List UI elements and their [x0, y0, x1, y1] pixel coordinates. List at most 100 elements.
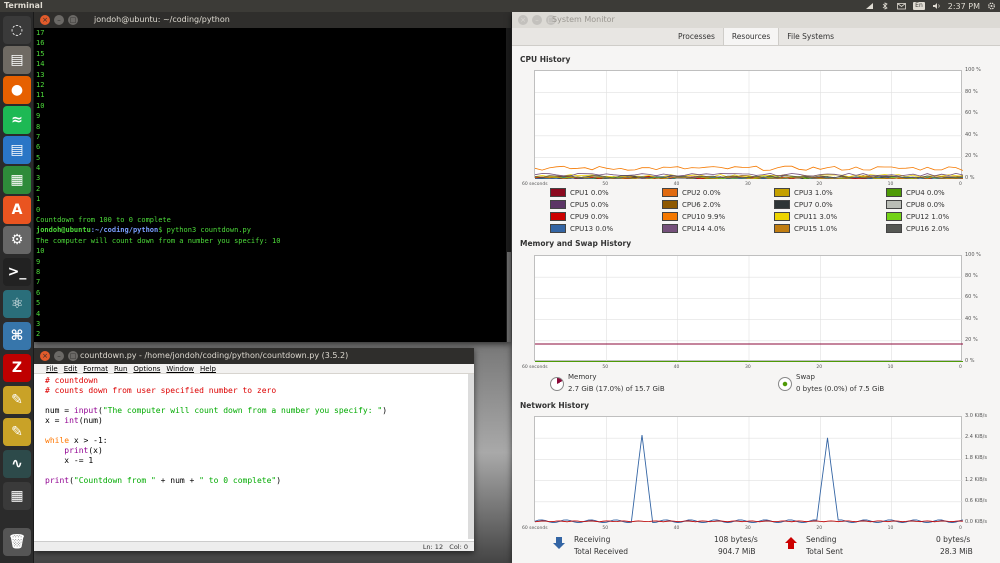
cpu-legend-cpu6[interactable]: CPU6 2.0%: [662, 200, 721, 209]
idle-editor-window[interactable]: × – □ countdown.py - /home/jondoh/coding…: [34, 348, 474, 551]
system-monitor-icon[interactable]: ∿: [3, 450, 31, 478]
cpu-legend-label: CPU14 4.0%: [682, 224, 726, 233]
firefox-icon[interactable]: ●: [3, 76, 31, 104]
color-swatch[interactable]: [662, 224, 678, 233]
idle-icon[interactable]: ✎: [3, 418, 31, 446]
minimize-icon[interactable]: –: [54, 351, 64, 361]
maximize-icon[interactable]: □: [68, 351, 78, 361]
top-panel: Terminal En 2:37 PM: [0, 0, 1000, 12]
color-swatch[interactable]: [774, 212, 790, 221]
minimize-icon[interactable]: –: [532, 15, 542, 25]
bluetooth-icon[interactable]: [881, 2, 890, 10]
tab-file-systems[interactable]: File Systems: [779, 28, 842, 45]
cpu-legend-cpu9[interactable]: CPU9 0.0%: [550, 212, 609, 221]
terminal-scroll-thumb[interactable]: [507, 252, 511, 342]
spotify-icon[interactable]: ≈: [3, 106, 31, 134]
color-swatch[interactable]: [550, 224, 566, 233]
x-tick-label: 20: [816, 365, 823, 370]
filezilla-icon[interactable]: Z: [3, 354, 31, 382]
minimize-icon[interactable]: –: [54, 15, 64, 25]
color-swatch[interactable]: [886, 224, 902, 233]
menu-window[interactable]: Window: [166, 364, 194, 373]
tab-resources[interactable]: Resources: [722, 28, 780, 45]
cpu-legend-cpu7[interactable]: CPU7 0.0%: [774, 200, 833, 209]
color-swatch[interactable]: [662, 212, 678, 221]
idle-titlebar[interactable]: × – □ countdown.py - /home/jondoh/coding…: [34, 348, 474, 364]
files-icon[interactable]: ▤: [3, 46, 31, 74]
cpu-legend-cpu4[interactable]: CPU4 0.0%: [886, 188, 945, 197]
workspaces-icon[interactable]: ▦: [3, 482, 31, 510]
maximize-icon[interactable]: □: [68, 15, 78, 25]
cpu-legend-cpu14[interactable]: CPU14 4.0%: [662, 224, 725, 233]
code-editor[interactable]: # countdown # counts down from user spec…: [42, 376, 468, 546]
cpu-legend-cpu5[interactable]: CPU5 0.0%: [550, 200, 609, 209]
menu-format[interactable]: Format: [83, 364, 108, 373]
cpu-legend-cpu2[interactable]: CPU2 0.0%: [662, 188, 721, 197]
power-gear-icon[interactable]: [987, 2, 996, 10]
close-icon[interactable]: ×: [40, 351, 50, 361]
terminal-window[interactable]: × – □ jondoh@ubuntu: ~/coding/python 17 1…: [34, 12, 511, 342]
y-tick-label: 60 %: [965, 294, 978, 301]
close-icon[interactable]: ×: [518, 15, 528, 25]
terminal-titlebar[interactable]: × – □ jondoh@ubuntu: ~/coding/python: [34, 12, 511, 28]
color-swatch[interactable]: [662, 188, 678, 197]
mail-icon[interactable]: [897, 2, 907, 10]
menu-run[interactable]: Run: [114, 364, 127, 373]
cpu-legend-cpu3[interactable]: CPU3 1.0%: [774, 188, 833, 197]
menu-help[interactable]: Help: [200, 364, 216, 373]
volume-icon[interactable]: [932, 2, 941, 10]
terminal-prompt-line: jondoh@ubuntu:~/coding/python$ python3 c…: [36, 226, 251, 235]
clock[interactable]: 2:37 PM: [948, 2, 980, 11]
cpu-legend-cpu15[interactable]: CPU15 1.0%: [774, 224, 837, 233]
atom-icon[interactable]: ⚛: [3, 290, 31, 318]
cpu-legend-cpu11[interactable]: CPU11 3.0%: [774, 212, 837, 221]
calc-icon[interactable]: ▦: [3, 166, 31, 194]
memory-pie-icon[interactable]: [550, 377, 564, 391]
sysmon-titlebar[interactable]: × – □ System Monitor: [512, 12, 1000, 28]
python-icon[interactable]: ⌘: [3, 322, 31, 350]
cpu-legend-cpu8[interactable]: CPU8 0.0%: [886, 200, 945, 209]
cpu-legend-cpu10[interactable]: CPU10 9.9%: [662, 212, 725, 221]
settings-icon[interactable]: ⚙: [3, 226, 31, 254]
x-tick-label: 60 seconds: [522, 526, 548, 531]
color-swatch[interactable]: [886, 200, 902, 209]
y-tick-label: 3.0 KiB/s: [965, 413, 987, 419]
idle-icon[interactable]: ✎: [3, 386, 31, 414]
y-tick-label: 0.0 KiB/s: [965, 519, 987, 525]
color-swatch[interactable]: [886, 188, 902, 197]
total-received-value: 904.7 MiB: [718, 547, 756, 556]
terminal-icon[interactable]: >_: [3, 258, 31, 286]
trash-icon[interactable]: 🗑: [3, 528, 31, 556]
swap-pie-icon[interactable]: [778, 377, 792, 391]
menu-options[interactable]: Options: [133, 364, 160, 373]
y-tick-label: 20 %: [965, 153, 978, 160]
keyboard-layout-indicator[interactable]: En: [913, 2, 925, 10]
terminal-line: 3: [36, 174, 41, 183]
close-icon[interactable]: ×: [40, 15, 50, 25]
color-swatch[interactable]: [550, 212, 566, 221]
color-swatch[interactable]: [886, 212, 902, 221]
editor-scrollbar[interactable]: [468, 374, 474, 539]
terminal-scrollbar[interactable]: [506, 28, 511, 342]
cpu-legend-cpu12[interactable]: CPU12 1.0%: [886, 212, 949, 221]
cpu-legend-cpu1[interactable]: CPU1 0.0%: [550, 188, 609, 197]
terminal-output[interactable]: 17 16 15 14 13 12 11 10 9 8 7 6 5 4 3 2 1 0 Countdown from…: [34, 28, 511, 342]
cpu-legend-cpu13[interactable]: CPU13 0.0%: [550, 224, 613, 233]
cpu-legend-cpu16[interactable]: CPU16 2.0%: [886, 224, 949, 233]
tab-processes[interactable]: Processes: [670, 28, 723, 45]
software-center-icon[interactable]: A: [3, 196, 31, 224]
color-swatch[interactable]: [774, 188, 790, 197]
total-sent-value: 28.3 MiB: [940, 547, 973, 556]
ubuntu-dash-icon[interactable]: ◌: [3, 16, 31, 44]
receiving-value: 108 bytes/s: [714, 535, 758, 544]
menu-file[interactable]: File: [46, 364, 58, 373]
menu-edit[interactable]: Edit: [64, 364, 78, 373]
color-swatch[interactable]: [662, 200, 678, 209]
system-monitor-window[interactable]: × – □ System Monitor Processes Resources F…: [512, 12, 1000, 563]
color-swatch[interactable]: [774, 200, 790, 209]
color-swatch[interactable]: [550, 200, 566, 209]
writer-icon[interactable]: ▤: [3, 136, 31, 164]
network-icon[interactable]: [865, 2, 874, 10]
color-swatch[interactable]: [550, 188, 566, 197]
color-swatch[interactable]: [774, 224, 790, 233]
